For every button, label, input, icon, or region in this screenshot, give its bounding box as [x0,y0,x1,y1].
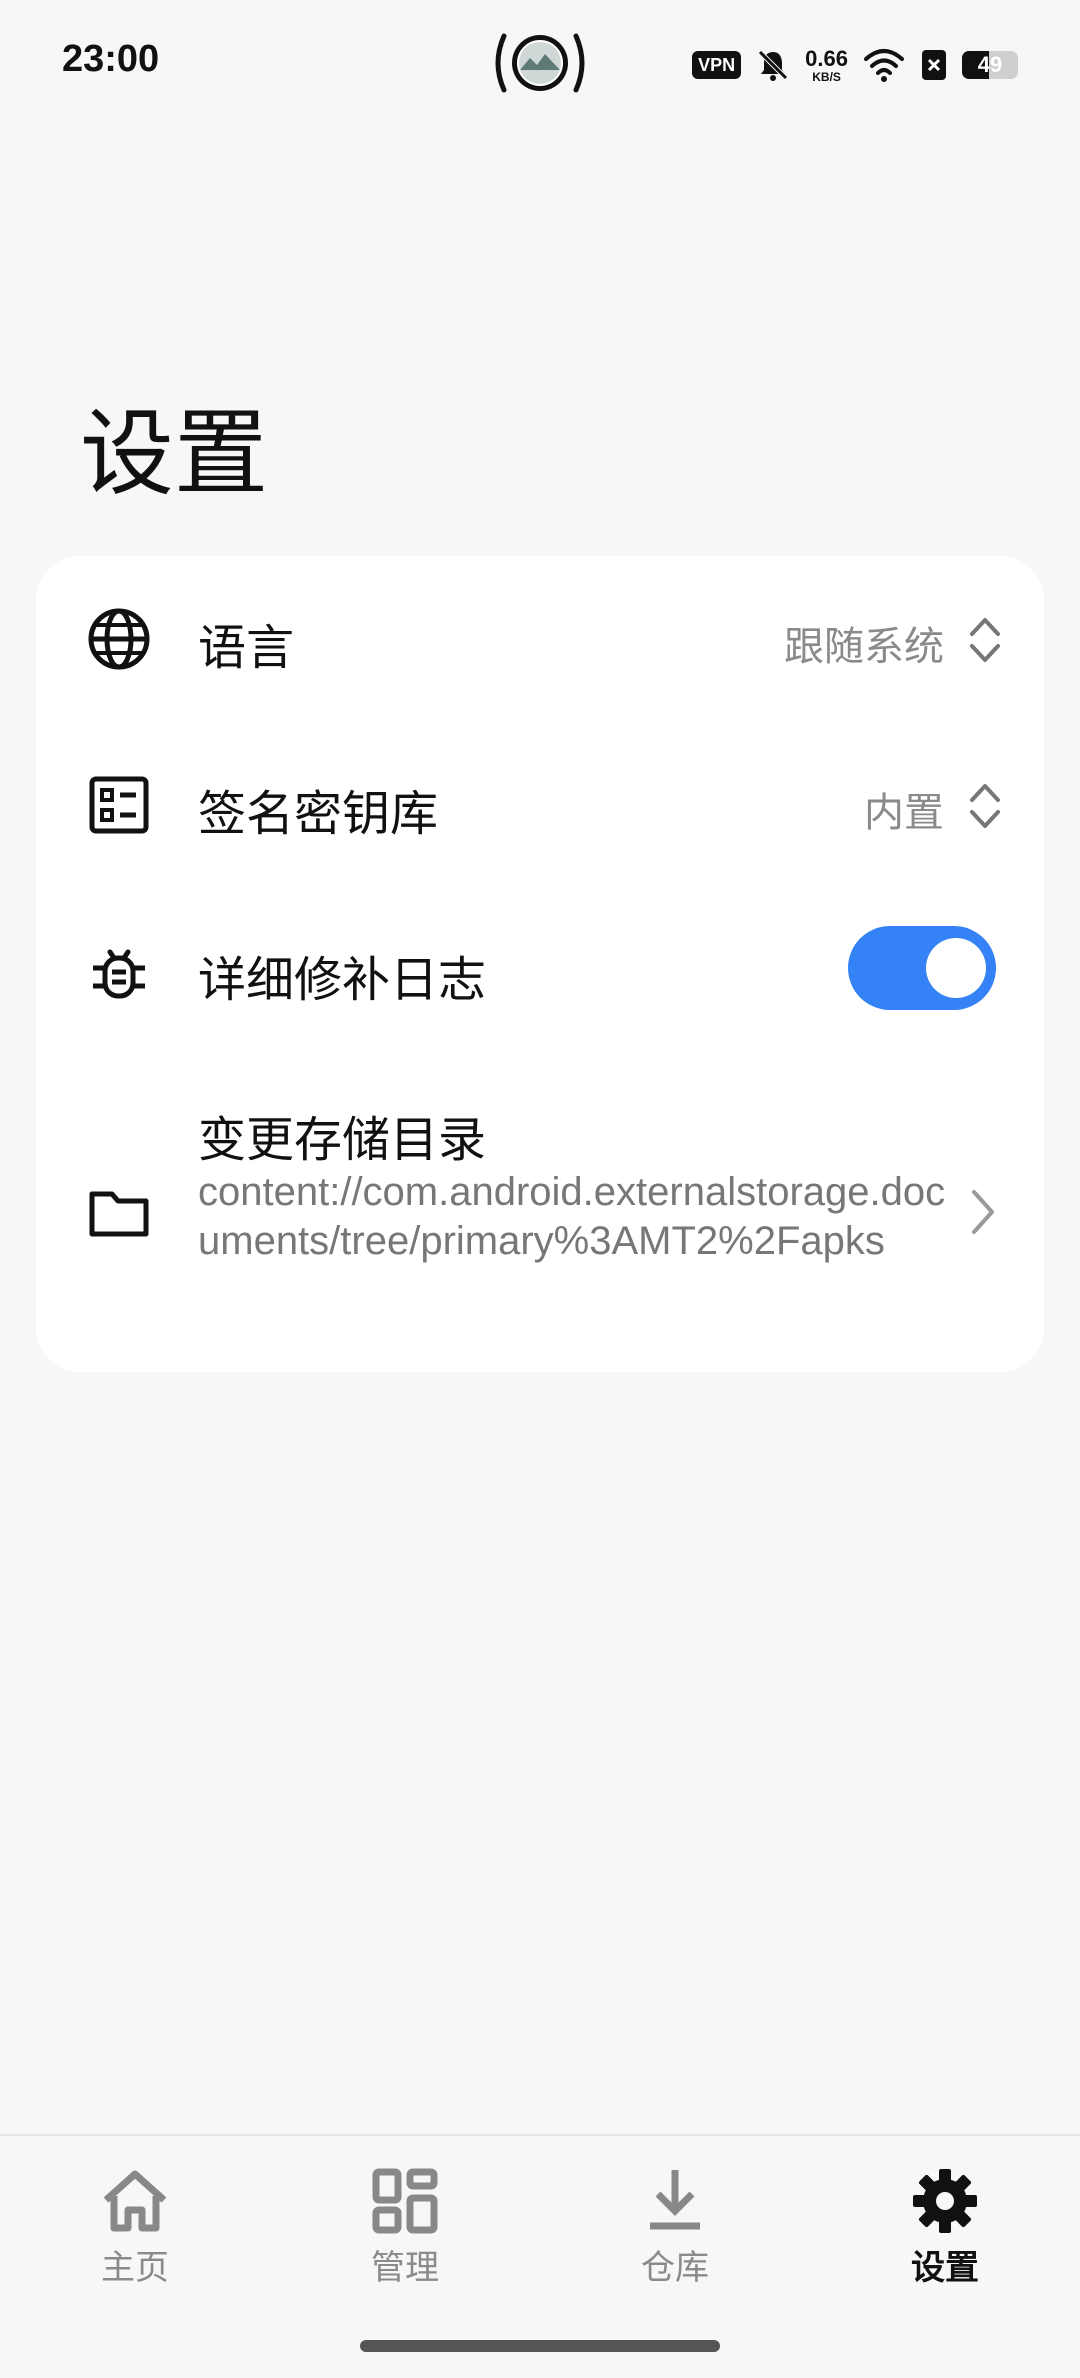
up-down-chevron-icon [970,618,1000,662]
storage-dir-path: content://com.android.externalstorage.do… [198,1170,946,1263]
nav-label-settings: 设置 [911,2248,979,2288]
setting-row-storage-dir[interactable]: 变更存储目录 content://com.android.externalsto… [36,1054,1044,1372]
globe-icon [88,608,150,670]
keystore-icon [89,776,149,834]
bug-icon [93,949,145,999]
setting-row-verbose-log[interactable]: 详细修补日志 [36,888,1044,1054]
sim-disabled-icon [922,50,946,80]
home-indicator[interactable] [360,2340,720,2352]
battery-level: 49 [977,52,1003,77]
keystore-value[interactable]: 内置 [864,780,944,838]
nav-label-home: 主页 [101,2248,169,2288]
nav-item-repository[interactable]: 仓库 [595,2166,755,2296]
settings-card: 语言 跟随系统 签名密钥库 内置 详细修补日志 变更存储目录 content:/… [36,556,1044,1372]
nav-item-settings[interactable]: 设置 [865,2166,1025,2296]
battery-indicator: 49 [962,51,1018,79]
nav-item-home[interactable]: 主页 [55,2166,215,2296]
language-label: 语言 [198,620,295,676]
vpn-badge: VPN [692,51,742,79]
network-speed-value: 0.66 [805,45,848,71]
language-value[interactable]: 跟随系统 [784,614,944,672]
network-speed-unit: KB/S [812,69,841,84]
keystore-label: 签名密钥库 [198,786,439,842]
wifi-icon [864,49,904,82]
folder-icon [89,1191,149,1237]
status-bar: 23:00 VPN 0.66 KB/S 49 [0,0,1080,130]
verbose-log-toggle[interactable] [848,926,996,1010]
status-icons: VPN 0.66 KB/S 49 [692,40,1018,90]
bell-muted-icon [758,50,788,81]
download-icon [650,2170,700,2230]
nav-label-repository: 仓库 [641,2248,709,2288]
manage-grid-icon [372,2168,438,2234]
setting-row-keystore[interactable]: 签名密钥库 内置 [36,722,1044,888]
camera-cutout-icon [495,33,585,93]
chevron-right-icon [972,1190,994,1234]
nav-item-manage[interactable]: 管理 [325,2166,485,2296]
gear-icon [913,2169,977,2233]
toggle-knob [926,938,986,998]
setting-row-language[interactable]: 语言 跟随系统 [36,556,1044,722]
nav-label-manage: 管理 [371,2248,439,2288]
network-speed: 0.66 KB/S [805,45,848,84]
storage-dir-label: 变更存储目录 [198,1112,487,1168]
up-down-chevron-icon [970,784,1000,828]
status-time: 23:00 [62,38,160,80]
page-title: 设置 [80,400,269,509]
verbose-log-label: 详细修补日志 [198,952,487,1008]
home-icon [103,2170,167,2232]
